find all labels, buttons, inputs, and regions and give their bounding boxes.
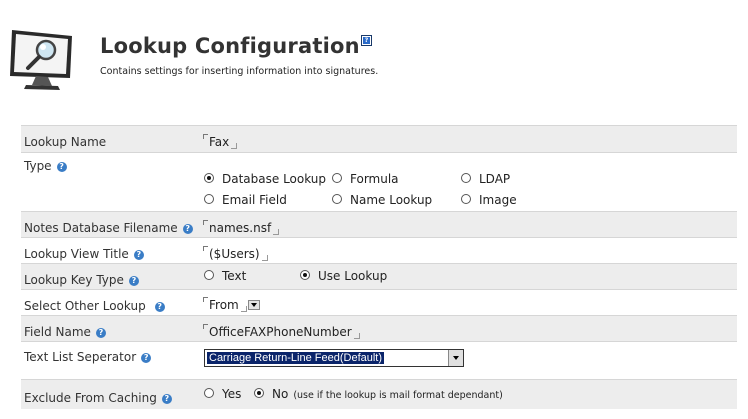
view-title-field[interactable]: ($Users)	[203, 246, 268, 261]
type-label: Type?	[24, 159, 67, 173]
radio-icon	[332, 194, 342, 204]
radio-formula[interactable]: Formula	[332, 172, 399, 186]
row-view-title: Lookup View Title? ($Users)	[21, 237, 737, 263]
lookup-name-field[interactable]: Fax	[203, 134, 238, 149]
lookup-name-label: Lookup Name	[24, 135, 107, 149]
radio-database-lookup[interactable]: Database Lookup	[204, 172, 326, 186]
row-notes-database: Notes Database Filename? names.nsf	[21, 211, 737, 237]
radio-name-lookup[interactable]: Name Lookup	[332, 193, 432, 207]
row-lookup-name: Lookup Name Fax	[21, 125, 737, 152]
row-key-type: Lookup Key Type? Text Use Lookup	[21, 263, 737, 289]
radio-checked-icon	[254, 388, 264, 398]
field-name-label: Field Name?	[24, 325, 106, 339]
key-type-label: Lookup Key Type?	[24, 273, 139, 287]
dropdown-arrow-icon[interactable]	[448, 350, 463, 366]
notes-db-label: Notes Database Filename?	[24, 221, 193, 235]
help-icon[interactable]: ?	[161, 394, 172, 404]
row-field-name: Field Name? OfficeFAXPhoneNumber	[21, 315, 737, 341]
page-title: Lookup Configuration	[100, 34, 360, 58]
dropdown-arrow-icon[interactable]	[247, 300, 260, 310]
radio-use-lookup[interactable]: Use Lookup	[300, 269, 387, 283]
field-name-field[interactable]: OfficeFAXPhoneNumber	[203, 324, 360, 339]
other-lookup-field[interactable]: From	[203, 297, 260, 312]
help-icon[interactable]: ?	[141, 353, 152, 363]
radio-icon	[461, 194, 471, 204]
monitor-magnifier-icon	[10, 30, 72, 90]
radio-yes[interactable]: Yes	[204, 387, 241, 401]
row-separator: Text List Seperator? Carriage Return-Lin…	[21, 341, 737, 379]
radio-no[interactable]: No (use if the lookup is mail format depe…	[254, 387, 503, 401]
help-icon[interactable]: ?	[133, 250, 144, 260]
help-icon[interactable]: ?	[182, 224, 193, 234]
help-icon[interactable]: ?	[95, 328, 106, 338]
view-title-label: Lookup View Title?	[24, 247, 144, 261]
help-icon[interactable]: ?	[56, 162, 67, 172]
radio-checked-icon	[300, 270, 310, 280]
separator-select[interactable]: Carriage Return-Line Feed(Default)	[204, 349, 464, 367]
separator-label: Text List Seperator?	[24, 350, 152, 364]
radio-ldap[interactable]: LDAP	[461, 172, 510, 186]
row-type: Type? Database Lookup Formula LDAP Email…	[21, 152, 737, 211]
radio-text[interactable]: Text	[204, 269, 246, 283]
notes-db-field[interactable]: names.nsf	[203, 220, 280, 235]
radio-icon	[204, 270, 214, 280]
radio-icon	[204, 194, 214, 204]
row-other-lookup: Select Other Lookup? From	[21, 289, 737, 315]
page-subtitle: Contains settings for inserting informat…	[100, 66, 379, 77]
help-icon[interactable]: ?	[128, 276, 139, 286]
radio-email-field[interactable]: Email Field	[204, 193, 287, 207]
row-caching: Exclude From Caching? Yes No (use if the …	[21, 379, 737, 409]
caching-note: (use if the lookup is mail format depend…	[293, 390, 503, 401]
radio-checked-icon	[204, 173, 214, 183]
radio-icon	[461, 173, 471, 183]
help-icon[interactable]: ?	[154, 302, 165, 312]
caching-label: Exclude From Caching?	[24, 391, 172, 405]
radio-icon	[332, 173, 342, 183]
page-header: Lookup Configuration ? Contains settings…	[0, 0, 748, 110]
other-lookup-label: Select Other Lookup?	[24, 299, 165, 313]
radio-icon	[204, 388, 214, 398]
radio-image[interactable]: Image	[461, 193, 517, 207]
help-icon[interactable]: ?	[361, 35, 372, 46]
